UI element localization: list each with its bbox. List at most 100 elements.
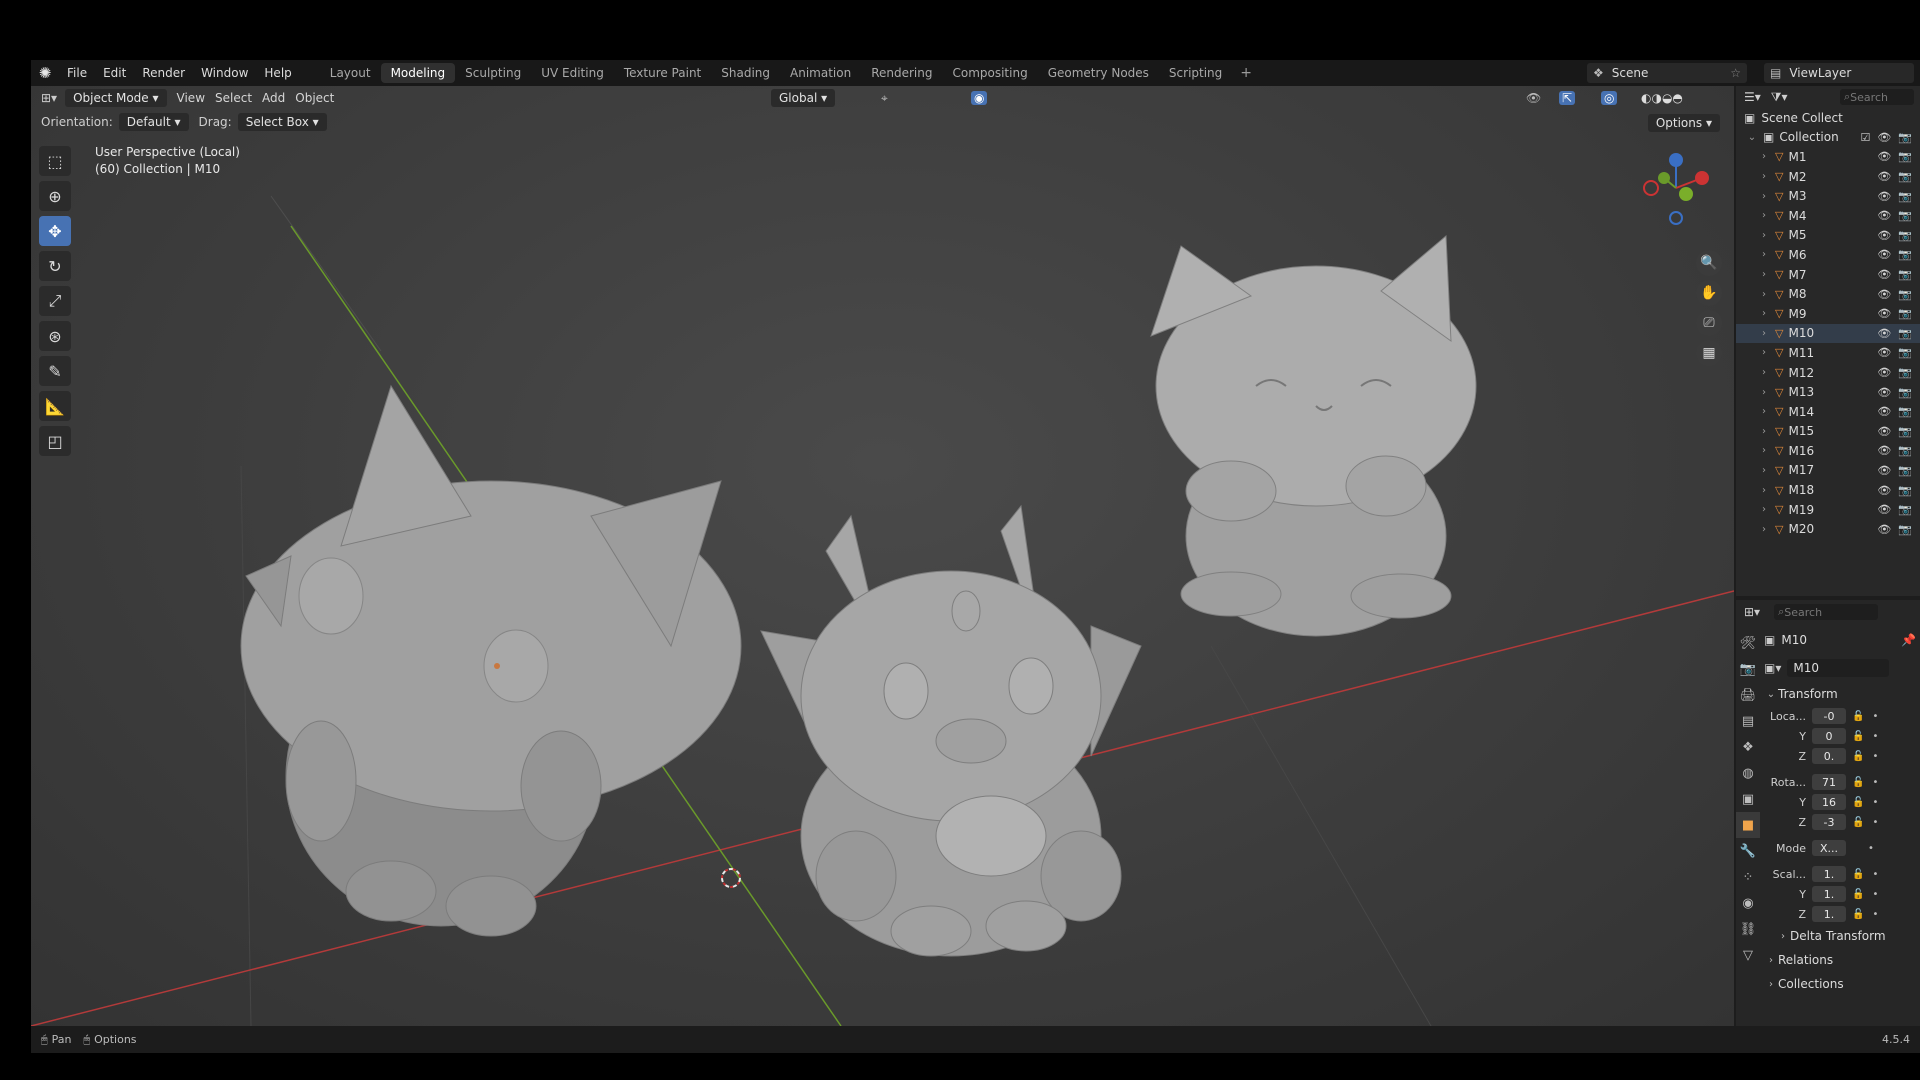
expand-icon[interactable]: › — [1758, 230, 1770, 241]
eye-icon[interactable]: 👁 — [1877, 405, 1891, 418]
output-tab-icon[interactable]: 🖨 — [1736, 682, 1760, 708]
expand-icon[interactable]: ⌄ — [1746, 132, 1758, 143]
lock-icon[interactable]: 🔓 — [1852, 869, 1864, 880]
keyframe-dot-icon[interactable]: • — [1868, 843, 1874, 854]
tab-texture-paint[interactable]: Texture Paint — [614, 63, 711, 83]
model-right-cat[interactable] — [1150, 234, 1477, 637]
tab-scripting[interactable]: Scripting — [1159, 63, 1232, 83]
camera-icon[interactable]: 📷 — [1898, 209, 1912, 222]
menu-add[interactable]: Add — [262, 91, 285, 105]
outliner-item-m11[interactable]: › ▽ M11 👁 📷 — [1736, 343, 1920, 363]
transform-section-header[interactable]: ⌄ Transform — [1764, 682, 1916, 706]
annotate-tool-icon[interactable]: ✎ — [39, 356, 71, 386]
rotation-x-field[interactable]: 71 — [1812, 774, 1846, 790]
expand-icon[interactable]: › — [1758, 269, 1770, 280]
rotate-tool-icon[interactable]: ↻ — [39, 251, 71, 281]
object-data-field[interactable]: M10 — [1787, 659, 1890, 677]
camera-icon[interactable]: 📷 — [1898, 150, 1912, 163]
scene-selector[interactable]: ❖ Scene ☆ — [1587, 63, 1747, 83]
expand-icon[interactable]: › — [1758, 426, 1770, 437]
camera-icon[interactable]: 📷 — [1898, 248, 1912, 261]
tool-tab-icon[interactable]: 🛠 — [1736, 630, 1760, 656]
keyframe-dot-icon[interactable]: • — [1872, 909, 1878, 920]
model-left-creature[interactable] — [240, 384, 742, 937]
keyframe-dot-icon[interactable]: • — [1872, 817, 1878, 828]
particles-tab-icon[interactable]: ⁘ — [1736, 864, 1760, 890]
camera-icon[interactable]: 📷 — [1898, 464, 1912, 477]
overlay-toggle-icon[interactable]: ⇱ — [1559, 91, 1576, 105]
tab-animation[interactable]: Animation — [780, 63, 861, 83]
tab-layout[interactable]: Layout — [320, 63, 381, 83]
model-center-fox[interactable] — [760, 504, 1142, 957]
keyframe-dot-icon[interactable]: • — [1872, 797, 1878, 808]
outliner-search-input[interactable]: ⌕ Search — [1840, 89, 1914, 105]
outliner-item-m14[interactable]: › ▽ M14 👁 📷 — [1736, 402, 1920, 422]
menu-file[interactable]: File — [59, 66, 95, 80]
camera-icon[interactable]: 📷 — [1898, 503, 1912, 516]
expand-icon[interactable]: › — [1758, 465, 1770, 476]
eye-icon[interactable]: 👁 — [1877, 366, 1891, 379]
expand-icon[interactable]: › — [1758, 504, 1770, 515]
tab-uv-editing[interactable]: UV Editing — [531, 63, 614, 83]
outliner-item-m3[interactable]: › ▽ M3 👁 📷 — [1736, 186, 1920, 206]
lock-icon[interactable]: 🔓 — [1852, 797, 1864, 808]
camera-icon[interactable]: 📷 — [1898, 131, 1912, 144]
constraints-tab-icon[interactable]: ⛓ — [1736, 916, 1760, 942]
eye-icon[interactable]: 👁 — [1877, 523, 1891, 536]
perspective-grid-icon[interactable]: ▦ — [1696, 340, 1722, 366]
location-z-field[interactable]: 0. — [1812, 748, 1846, 764]
scale-y-field[interactable]: 1. — [1812, 886, 1846, 902]
outliner-item-m5[interactable]: › ▽ M5 👁 📷 — [1736, 226, 1920, 246]
properties-editor-icon[interactable]: ⊞▾ — [1744, 605, 1760, 619]
blender-logo-icon[interactable]: ✺ — [31, 64, 59, 82]
outliner-item-m1[interactable]: › ▽ M1 👁 📷 — [1736, 147, 1920, 167]
eye-icon[interactable]: 👁 — [1877, 150, 1891, 163]
xray-toggle-icon[interactable]: ◎ — [1601, 91, 1618, 105]
cursor-tool-icon[interactable]: ⊕ — [39, 181, 71, 211]
camera-icon[interactable]: 📷 — [1898, 366, 1912, 379]
scale-tool-icon[interactable]: ⤢ — [39, 286, 71, 316]
keyframe-dot-icon[interactable]: • — [1872, 731, 1878, 742]
menu-object[interactable]: Object — [295, 91, 334, 105]
camera-icon[interactable]: 📷 — [1898, 484, 1912, 497]
gizmo-toggle-icon[interactable]: 👁 — [1526, 91, 1541, 105]
scene-tab-icon[interactable]: ❖ — [1736, 734, 1760, 760]
transform-orientation-dropdown[interactable]: Global ▾ — [771, 89, 836, 107]
outliner-item-m16[interactable]: › ▽ M16 👁 📷 — [1736, 441, 1920, 461]
eye-icon[interactable]: 👁 — [1877, 268, 1891, 281]
expand-icon[interactable]: › — [1758, 387, 1770, 398]
lock-icon[interactable]: 🔓 — [1852, 731, 1864, 742]
menu-help[interactable]: Help — [256, 66, 299, 80]
keyframe-dot-icon[interactable]: • — [1872, 889, 1878, 900]
zoom-icon[interactable]: 🔍 — [1696, 250, 1722, 276]
keyframe-dot-icon[interactable]: • — [1872, 777, 1878, 788]
object-tab-icon[interactable]: ■ — [1736, 812, 1760, 838]
collections-section[interactable]: › Collections — [1764, 972, 1916, 996]
data-tab-icon[interactable]: ▽ — [1736, 942, 1760, 968]
lock-icon[interactable]: 🔓 — [1852, 817, 1864, 828]
collection-tab-icon[interactable]: ▣ — [1736, 786, 1760, 812]
eye-icon[interactable]: 👁 — [1877, 170, 1891, 183]
expand-icon[interactable]: › — [1758, 191, 1770, 202]
3d-viewport[interactable]: ⊞▾ Object Mode ▾ View Select Add Object … — [31, 86, 1734, 1026]
camera-icon[interactable]: 📷 — [1898, 288, 1912, 301]
menu-view[interactable]: View — [177, 91, 205, 105]
menu-window[interactable]: Window — [193, 66, 256, 80]
relations-section[interactable]: › Relations — [1764, 948, 1916, 972]
location-x-field[interactable]: -0 — [1812, 708, 1846, 724]
scene-pin-icon[interactable]: ☆ — [1730, 66, 1741, 80]
expand-icon[interactable]: › — [1758, 151, 1770, 162]
tab-sculpting[interactable]: Sculpting — [455, 63, 531, 83]
lock-icon[interactable]: 🔓 — [1852, 889, 1864, 900]
camera-icon[interactable]: 📷 — [1898, 346, 1912, 359]
physics-tab-icon[interactable]: ◉ — [1736, 890, 1760, 916]
filter-icon[interactable]: ⧩▾ — [1771, 90, 1788, 105]
tab-modeling[interactable]: Modeling — [380, 63, 456, 83]
keyframe-dot-icon[interactable]: • — [1872, 751, 1878, 762]
rotation-z-field[interactable]: -3 — [1812, 814, 1846, 830]
outliner-item-m12[interactable]: › ▽ M12 👁 📷 — [1736, 363, 1920, 383]
editor-type-icon[interactable]: ⊞▾ — [41, 91, 57, 105]
tab-rendering[interactable]: Rendering — [861, 63, 942, 83]
lock-icon[interactable]: 🔓 — [1852, 711, 1864, 722]
rotation-y-field[interactable]: 16 — [1812, 794, 1846, 810]
